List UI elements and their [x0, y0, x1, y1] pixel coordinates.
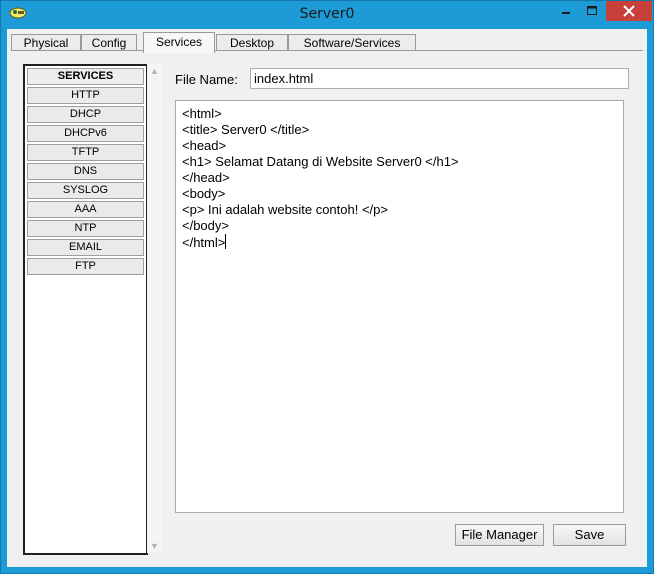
service-item-dns[interactable]: DNS	[27, 163, 144, 180]
editor-line: <html>	[182, 106, 222, 121]
editor-line: </body>	[182, 218, 229, 233]
service-item-dhcpv6[interactable]: DHCPv6	[27, 125, 144, 142]
html-editor[interactable]: <html> <title> Server0 </title> <head> <…	[175, 100, 624, 513]
tab-services[interactable]: Services	[143, 32, 215, 53]
scroll-up-arrow-icon[interactable]: ▲	[147, 64, 162, 78]
minimize-button[interactable]	[553, 1, 579, 21]
service-item-email[interactable]: EMAIL	[27, 239, 144, 256]
tab-physical[interactable]: Physical	[11, 34, 81, 51]
save-button[interactable]: Save	[553, 524, 626, 546]
editor-line: <p> Ini adalah website contoh! </p>	[182, 202, 388, 217]
services-list[interactable]: SERVICES HTTP DHCP DHCPv6 TFTP DNS SYSLO…	[23, 64, 148, 555]
file-name-label: File Name:	[175, 72, 238, 87]
tab-config[interactable]: Config	[81, 34, 137, 51]
services-list-header: SERVICES	[27, 68, 144, 85]
text-caret	[225, 234, 227, 249]
server0-window: Server0 Physical Config Services Desktop…	[0, 0, 654, 574]
service-item-aaa[interactable]: AAA	[27, 201, 144, 218]
close-button[interactable]	[606, 1, 652, 21]
service-item-ftp[interactable]: FTP	[27, 258, 144, 275]
maximize-button[interactable]	[579, 1, 601, 21]
editor-line-last: </html>	[182, 234, 227, 250]
editor-line: <head>	[182, 138, 227, 153]
editor-line: </head>	[182, 170, 230, 185]
service-item-syslog[interactable]: SYSLOG	[27, 182, 144, 199]
service-item-http[interactable]: HTTP	[27, 87, 144, 104]
editor-line-text: </html>	[182, 235, 226, 250]
service-item-ntp[interactable]: NTP	[27, 220, 144, 237]
editor-line: <body>	[182, 186, 226, 201]
editor-line: <title> Server0 </title>	[182, 122, 310, 137]
editor-line: <h1> Selamat Datang di Website Server0 <…	[182, 154, 459, 169]
tab-software-services[interactable]: Software/Services	[288, 34, 416, 51]
services-scrollbar[interactable]: ▲ ▼	[147, 64, 162, 553]
close-icon	[623, 5, 635, 17]
minimize-icon	[562, 12, 570, 14]
service-item-dhcp[interactable]: DHCP	[27, 106, 144, 123]
tab-desktop[interactable]: Desktop	[216, 34, 288, 51]
service-item-tftp[interactable]: TFTP	[27, 144, 144, 161]
title-bar[interactable]: Server0	[1, 1, 653, 28]
window-client-area: Physical Config Services Desktop Softwar…	[7, 29, 647, 567]
scroll-down-arrow-icon[interactable]: ▼	[147, 539, 162, 553]
file-manager-button[interactable]: File Manager	[455, 524, 544, 546]
maximize-icon	[587, 6, 597, 15]
services-panel: SERVICES HTTP DHCP DHCPv6 TFTP DNS SYSLO…	[11, 51, 643, 565]
file-name-input[interactable]: index.html	[250, 68, 629, 89]
